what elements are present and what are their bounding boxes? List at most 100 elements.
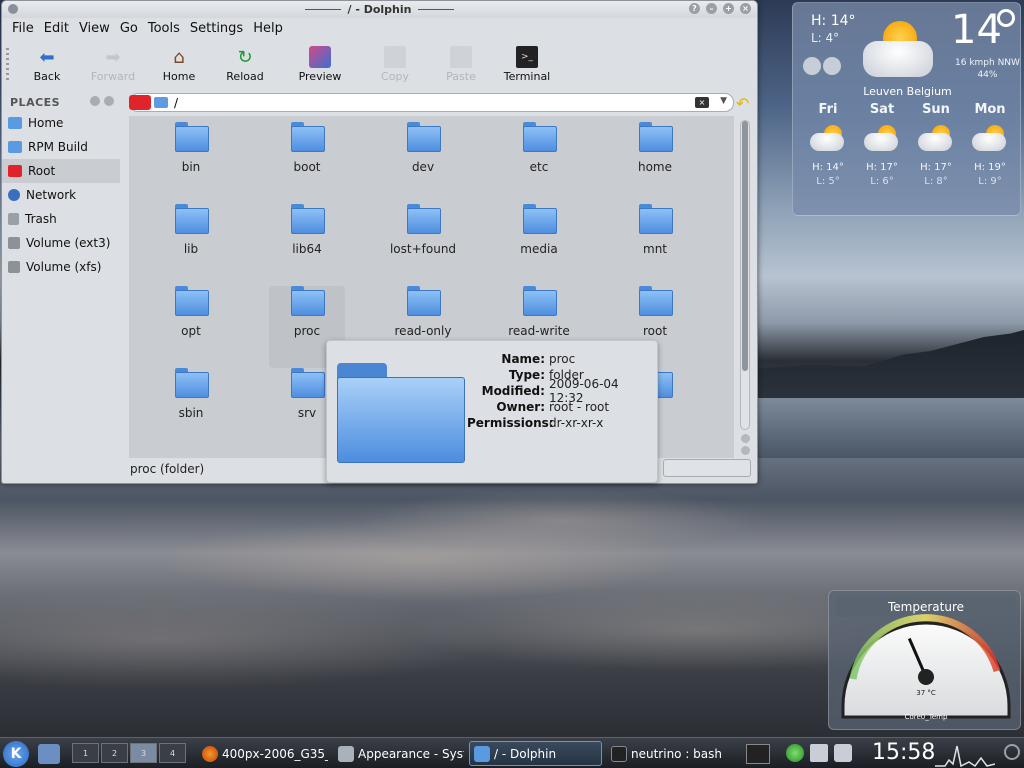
task-appearance[interactable]: Appearance - Syst xyxy=(334,741,464,766)
chevron-down-icon[interactable]: ▼ xyxy=(720,96,727,106)
toolbar-grip[interactable] xyxy=(6,48,9,80)
vertical-scrollbar[interactable] xyxy=(737,116,753,458)
task-label: 400px-2006_G35_ xyxy=(222,746,328,761)
file-item[interactable]: opt xyxy=(133,286,249,368)
cpu-monitor-graph[interactable] xyxy=(935,740,995,768)
task-terminal[interactable]: neutrino : bash xyxy=(607,741,737,766)
location-bar[interactable]: / × ▼ xyxy=(129,93,734,112)
forecast-low: L: 5° xyxy=(816,176,840,187)
panel-float-icon[interactable] xyxy=(90,96,100,106)
wallpaper-hills xyxy=(757,330,1024,400)
menu-file[interactable]: File xyxy=(12,21,44,36)
forecast-day: Fri H: 14° L: 5° xyxy=(801,103,855,189)
task-dolphin[interactable]: / - Dolphin xyxy=(469,741,602,766)
file-item[interactable]: dev xyxy=(365,122,481,204)
task-firefox[interactable]: 400px-2006_G35_ xyxy=(198,741,328,766)
clear-location-icon[interactable]: × xyxy=(695,97,709,108)
places-item-rpm-build[interactable]: RPM Build xyxy=(2,135,120,159)
kde-menu-button[interactable]: K xyxy=(3,741,29,767)
places-item-trash[interactable]: Trash xyxy=(2,207,120,231)
copy-button[interactable]: Copy xyxy=(362,38,428,83)
places-item-home[interactable]: Home xyxy=(2,111,120,135)
menu-settings[interactable]: Settings xyxy=(190,21,253,36)
scroll-track[interactable] xyxy=(740,120,750,430)
app-menu-icon[interactable] xyxy=(8,4,18,14)
file-item[interactable]: home xyxy=(597,122,713,204)
file-item[interactable]: mnt xyxy=(597,204,713,286)
places-item-network[interactable]: Network xyxy=(2,183,120,207)
home-icon: ⌂ xyxy=(173,46,185,68)
help-icon[interactable]: ? xyxy=(689,3,700,14)
scroll-thumb[interactable] xyxy=(742,121,748,371)
tooltip-value: root - root xyxy=(549,400,610,414)
scroll-down-icon[interactable] xyxy=(741,446,750,455)
folder-icon xyxy=(291,368,325,398)
notifications-icon[interactable] xyxy=(1004,744,1020,760)
taskbar: K 1 2 3 4 400px-2006_G35_ Appearance - S… xyxy=(0,737,1024,768)
menu-view[interactable]: View xyxy=(79,21,120,36)
title-bar[interactable]: / - Dolphin ? – + × xyxy=(2,1,757,18)
terminal-launcher-icon[interactable] xyxy=(746,744,770,764)
folder-icon xyxy=(8,141,22,153)
forecast-high: H: 17° xyxy=(866,162,898,173)
back-button[interactable]: ⬅ Back xyxy=(14,38,80,84)
menu-help[interactable]: Help xyxy=(253,21,293,36)
forecast-day-name: Mon xyxy=(974,102,1006,117)
undo-icon[interactable]: ↶ xyxy=(736,94,749,113)
forward-button[interactable]: ➡ Forward xyxy=(80,38,146,84)
file-tooltip: Name: proc Type: folder Modified: 2009-06-0… xyxy=(326,340,658,483)
file-item-label: lost+found xyxy=(389,242,457,256)
desktop-1[interactable]: 1 xyxy=(72,743,99,763)
firefox-icon xyxy=(202,745,218,762)
forecast-day: Mon H: 19° L: 9° xyxy=(963,103,1017,189)
clock[interactable]: 15:58 xyxy=(872,740,935,765)
file-item[interactable]: etc xyxy=(481,122,597,204)
maximize-icon[interactable]: + xyxy=(723,3,734,14)
menu-go[interactable]: Go xyxy=(120,21,148,36)
scroll-up-icon[interactable] xyxy=(741,434,750,443)
desktop-4[interactable]: 4 xyxy=(159,743,186,763)
show-desktop-icon[interactable] xyxy=(38,744,60,764)
folder-icon xyxy=(291,286,325,316)
close-icon[interactable]: × xyxy=(740,3,751,14)
panel-close-icon[interactable] xyxy=(104,96,114,106)
file-item-label: sbin xyxy=(178,406,204,420)
places-item-label: Volume (ext3) xyxy=(26,236,111,250)
arrow-right-icon: ➡ xyxy=(105,46,121,68)
paste-button[interactable]: Paste xyxy=(428,38,494,83)
weather-widget[interactable]: H: 14° L: 4° 14 16 kmph NNW 44% Leuven B… xyxy=(792,2,1021,216)
reload-button[interactable]: ↻ Reload xyxy=(212,38,278,84)
places-item-label: Volume (xfs) xyxy=(26,260,102,274)
volume-icon[interactable] xyxy=(810,744,828,762)
file-item[interactable]: lib64 xyxy=(249,204,365,286)
places-item-root[interactable]: Root xyxy=(2,159,120,183)
minimize-icon[interactable]: – xyxy=(706,3,717,14)
places-item-volume-ext3[interactable]: Volume (ext3) xyxy=(2,231,120,255)
terminal-button[interactable]: >_ Terminal xyxy=(494,38,560,83)
status-bar-text: proc (folder) xyxy=(130,462,205,476)
file-item[interactable]: boot xyxy=(249,122,365,204)
menu-bar: File Edit View Go Tools Settings Help xyxy=(2,18,757,38)
temperature-widget[interactable]: Temperature 37 °C Core0_Temp xyxy=(828,590,1021,730)
terminal-icon xyxy=(611,745,627,762)
network-tray-icon[interactable] xyxy=(834,744,852,762)
zoom-slider[interactable] xyxy=(663,459,751,477)
menu-tools[interactable]: Tools xyxy=(148,21,190,36)
desktop-2[interactable]: 2 xyxy=(101,743,128,763)
desktop-3[interactable]: 3 xyxy=(130,743,157,763)
home-button[interactable]: ⌂ Home xyxy=(146,38,212,84)
menu-edit[interactable]: Edit xyxy=(44,21,79,36)
file-item[interactable]: sbin xyxy=(133,368,249,450)
file-item[interactable]: media xyxy=(481,204,597,286)
tooltip-value: proc xyxy=(549,352,576,366)
file-item[interactable]: lost+found xyxy=(365,204,481,286)
root-place-icon[interactable] xyxy=(129,95,151,110)
file-item[interactable]: bin xyxy=(133,122,249,204)
file-item-label: root xyxy=(642,324,668,338)
update-icon[interactable] xyxy=(786,744,804,762)
file-item[interactable]: lib xyxy=(133,204,249,286)
preview-button[interactable]: Preview xyxy=(278,38,362,83)
tooltip-key: Type: xyxy=(508,368,545,382)
tooltip-value: dr-xr-xr-x xyxy=(549,416,604,430)
places-item-volume-xfs[interactable]: Volume (xfs) xyxy=(2,255,120,279)
